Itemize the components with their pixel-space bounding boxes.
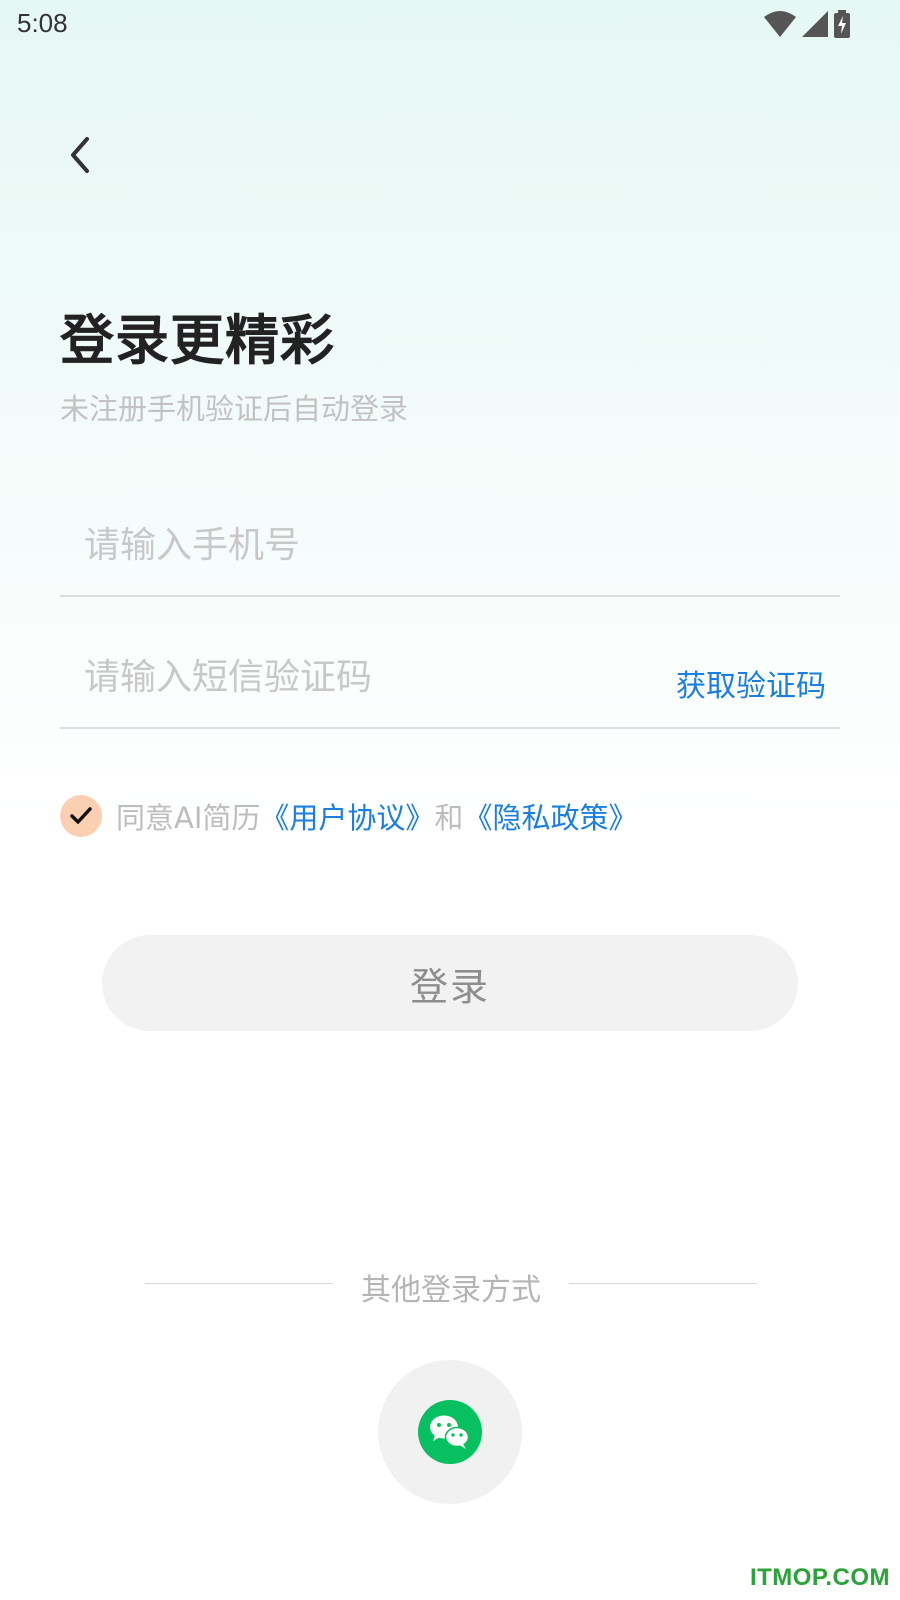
other-login-divider: 其他登录方式 <box>145 1263 757 1308</box>
checkmark-icon <box>70 807 92 824</box>
login-button[interactable]: 登录 <box>102 935 798 1031</box>
other-login-label: 其他登录方式 <box>361 1273 541 1308</box>
wechat-login-button[interactable] <box>378 1360 522 1504</box>
user-agreement-link[interactable]: 《用户协议》 <box>260 801 434 835</box>
agreement-conjunction: 和 <box>434 801 464 835</box>
chevron-left-icon <box>71 137 89 173</box>
page-title: 登录更精彩 <box>60 309 335 372</box>
wechat-icon <box>418 1400 482 1464</box>
phone-field-row <box>60 495 840 597</box>
divider-line-right <box>569 1283 757 1284</box>
privacy-policy-link[interactable]: 《隐私政策》 <box>463 801 637 835</box>
code-field-row: 获取验证码 <box>60 627 840 729</box>
sms-code-input[interactable] <box>84 647 604 707</box>
get-code-button[interactable]: 获取验证码 <box>676 661 826 705</box>
status-icons <box>764 10 850 38</box>
battery-charging-icon <box>834 10 850 38</box>
agreement-checkbox[interactable] <box>60 795 102 837</box>
signal-icon <box>802 11 828 37</box>
page-subtitle: 未注册手机验证后自动登录 <box>60 392 409 426</box>
agreement-text: 同意AI简历《用户协议》和《隐私政策》 <box>116 795 637 837</box>
wifi-icon <box>764 11 796 37</box>
phone-input[interactable] <box>84 515 604 575</box>
status-bar: 5:08 <box>0 0 900 50</box>
back-button[interactable] <box>55 130 105 180</box>
agreement-prefix: 同意AI简历 <box>116 801 261 835</box>
watermark: ITMOP.COM <box>749 1564 890 1591</box>
status-time: 5:08 <box>17 8 68 38</box>
agreement-row: 同意AI简历《用户协议》和《隐私政策》 <box>60 795 637 837</box>
